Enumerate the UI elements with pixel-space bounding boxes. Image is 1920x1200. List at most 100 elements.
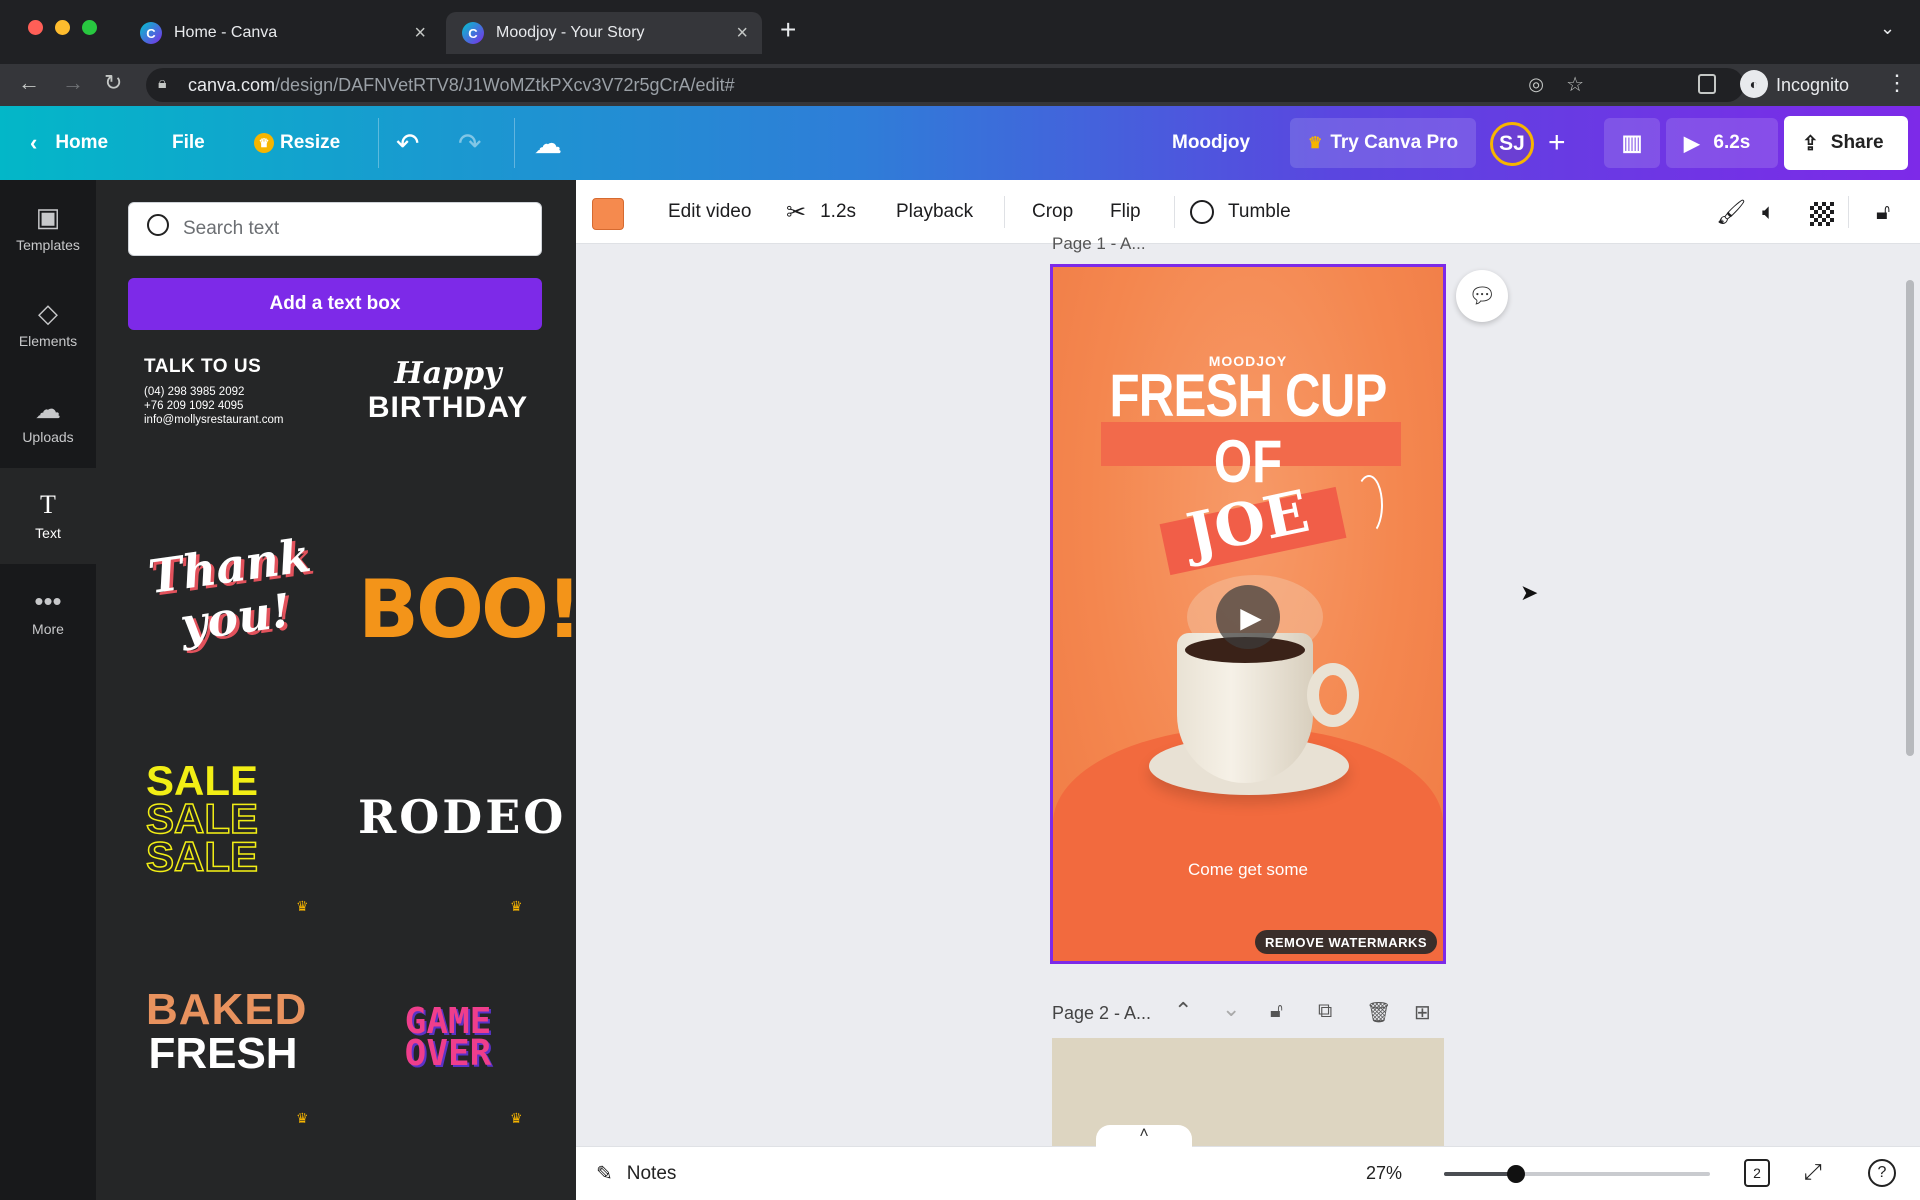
upload-cloud-icon: ☁ — [35, 394, 61, 424]
lock-icon[interactable]: 🔓︎ — [1876, 180, 1890, 244]
rail-item-templates[interactable]: ▣ Templates — [0, 180, 96, 276]
text-template-boo[interactable]: BOO! — [358, 560, 582, 740]
text-template-talk-to-us[interactable]: TALK TO US (04) 298 3985 2092 +76 209 10… — [144, 356, 324, 536]
eye-off-icon[interactable]: ◎ — [1528, 74, 1544, 95]
close-window-button[interactable] — [28, 20, 43, 35]
toolbar-divider — [1848, 196, 1849, 228]
template-line: info@mollysrestaurant.com — [144, 414, 284, 426]
add-comment-icon[interactable]: 💬︎ — [1456, 270, 1508, 322]
sidebar-toggle-icon[interactable] — [1698, 74, 1716, 94]
text-template-happy-birthday[interactable]: Happy BIRTHDAY — [358, 356, 538, 536]
help-icon[interactable]: ? — [1868, 1159, 1896, 1187]
browser-menu-icon[interactable]: ⋮ — [1886, 70, 1908, 96]
close-tab-icon[interactable]: × — [414, 22, 426, 45]
lock-page-icon[interactable]: 🔓︎ — [1270, 1000, 1283, 1023]
try-canva-pro-button[interactable]: ♛ Try Canva Pro — [1290, 118, 1477, 168]
close-tab-icon[interactable]: × — [736, 22, 748, 45]
more-dots-icon: ••• — [34, 586, 62, 616]
template-line: BAKED — [146, 985, 308, 1034]
play-icon: ▶ — [1684, 132, 1700, 155]
show-pages-button[interactable]: ˄ — [1096, 1125, 1192, 1147]
headline-line1[interactable]: FRESH CUP — [1088, 361, 1408, 430]
playback-button[interactable]: Playback — [896, 180, 973, 244]
resize-button[interactable]: ♛ Resize — [254, 106, 340, 180]
maximize-window-button[interactable] — [82, 20, 97, 35]
volume-icon[interactable]: 🔈︎ — [1762, 180, 1775, 244]
url-input[interactable]: 🔒︎ canva.com/design/DAFNVetRTV8/J1WoMZtk… — [146, 68, 1744, 102]
text-template-baked-fresh[interactable]: BAKED FRESH — [146, 985, 308, 1168]
add-page-icon[interactable]: ⊞ — [1414, 1000, 1431, 1025]
notes-button[interactable]: ✎ Notes — [596, 1161, 676, 1186]
redo-icon[interactable]: ↷ — [458, 106, 481, 180]
text-template-sale[interactable]: SALE SALE SALE — [145, 760, 326, 942]
search-input[interactable]: Search text — [128, 202, 542, 256]
page1-label[interactable]: Page 1 - A... — [1052, 234, 1146, 254]
undo-icon[interactable]: ↶ — [396, 106, 419, 180]
rail-item-text[interactable]: T Text — [0, 468, 96, 564]
present-button[interactable]: ▶ 6.2s — [1666, 118, 1778, 168]
mouse-cursor-icon: ➤ — [1520, 580, 1539, 605]
transparency-icon[interactable] — [1810, 202, 1834, 226]
page-down-chevron-icon[interactable]: ⌄ — [1222, 996, 1240, 1022]
page-1-design[interactable]: MOODJOY FRESH CUP OF JOE ▶ Come get some… — [1050, 264, 1446, 964]
tagline-text[interactable]: Come get some — [1053, 860, 1443, 880]
zoom-slider[interactable] — [1444, 1165, 1710, 1183]
edit-video-button[interactable]: Edit video — [668, 180, 751, 244]
tab-moodjoy[interactable]: C Moodjoy - Your Story × — [446, 12, 762, 54]
duplicate-page-icon[interactable]: ⧉ — [1318, 1000, 1332, 1023]
file-menu-button[interactable]: File — [172, 106, 205, 180]
color-swatch[interactable] — [592, 198, 624, 230]
avatar[interactable]: SJ — [1490, 122, 1534, 166]
trim-duration: 1.2s — [820, 201, 857, 222]
page-count-button[interactable]: 2 — [1744, 1159, 1770, 1187]
delete-page-icon[interactable]: 🗑︎ — [1366, 1000, 1391, 1025]
animate-tumble-button[interactable]: Tumble — [1190, 180, 1291, 244]
share-icon: ⇪ — [1802, 132, 1819, 155]
rail-item-uploads[interactable]: ☁ Uploads — [0, 372, 96, 468]
text-template-rodeo[interactable]: RODEO — [358, 790, 563, 970]
template-line: (04) 298 3985 2092 — [144, 386, 245, 398]
tab-search-chevron-icon[interactable]: ⌄ — [1880, 18, 1895, 39]
text-template-thank-you[interactable]: Thank you! — [145, 528, 326, 720]
zoom-level[interactable]: 27% — [1366, 1163, 1402, 1184]
fullscreen-icon[interactable]: ⤢ — [1804, 1159, 1822, 1185]
cloud-saved-icon[interactable]: ☁ — [534, 106, 562, 180]
forward-icon[interactable]: → — [62, 70, 84, 96]
bookmark-star-icon[interactable]: ☆ — [1566, 72, 1584, 97]
browser-tab-bar: C Home - Canva × C Moodjoy - Your Story … — [0, 0, 1920, 64]
minimize-window-button[interactable] — [55, 20, 70, 35]
header-divider — [378, 118, 379, 168]
flip-label: Flip — [1110, 201, 1141, 222]
tab-title: Moodjoy - Your Story — [496, 24, 645, 41]
paint-roller-icon[interactable]: 🖌︎ — [1716, 180, 1746, 244]
tab-home-canva[interactable]: C Home - Canva × — [124, 12, 440, 54]
page-up-chevron-icon[interactable]: ⌃ — [1174, 998, 1192, 1024]
page2-label[interactable]: Page 2 - A... — [1052, 1003, 1151, 1024]
home-button[interactable]: ‹ Home — [30, 106, 108, 180]
rail-item-elements[interactable]: ◇ Elements — [0, 276, 96, 372]
incognito-label[interactable]: Incognito — [1776, 75, 1849, 96]
add-text-box-button[interactable]: Add a text box — [128, 278, 542, 330]
tumble-label: Tumble — [1228, 201, 1291, 222]
text-template-game-over[interactable]: GAME OVER — [358, 1004, 538, 1186]
back-icon[interactable]: ← — [18, 70, 40, 96]
editor-footer: ˄ ✎ Notes 27% 2 ⤢ ? — [576, 1125, 1920, 1200]
search-placeholder: Search text — [183, 218, 280, 239]
remove-watermarks-button[interactable]: REMOVE WATERMARKS — [1255, 930, 1438, 954]
analytics-icon[interactable]: ▥ — [1604, 118, 1660, 168]
trim-button[interactable]: ✂ 1.2s — [786, 180, 856, 244]
design-name[interactable]: Moodjoy — [1172, 106, 1250, 180]
rail-label: Text — [35, 525, 61, 541]
vertical-scrollbar[interactable] — [1906, 280, 1914, 756]
share-button[interactable]: ⇪ Share — [1784, 116, 1908, 170]
text-panel: Search text Add a text box TALK TO US (0… — [96, 180, 582, 1200]
play-video-icon[interactable]: ▶ — [1216, 585, 1280, 649]
add-collaborator-icon[interactable]: + — [1548, 106, 1566, 180]
template-title: TALK TO US — [144, 356, 262, 377]
animation-icon — [1190, 200, 1214, 224]
zoom-slider-thumb[interactable] — [1507, 1165, 1525, 1183]
template-line: BIRTHDAY — [367, 391, 529, 424]
reload-icon[interactable]: ↻ — [104, 70, 122, 96]
rail-item-more[interactable]: ••• More — [0, 564, 96, 660]
new-tab-icon[interactable]: + — [780, 14, 796, 46]
